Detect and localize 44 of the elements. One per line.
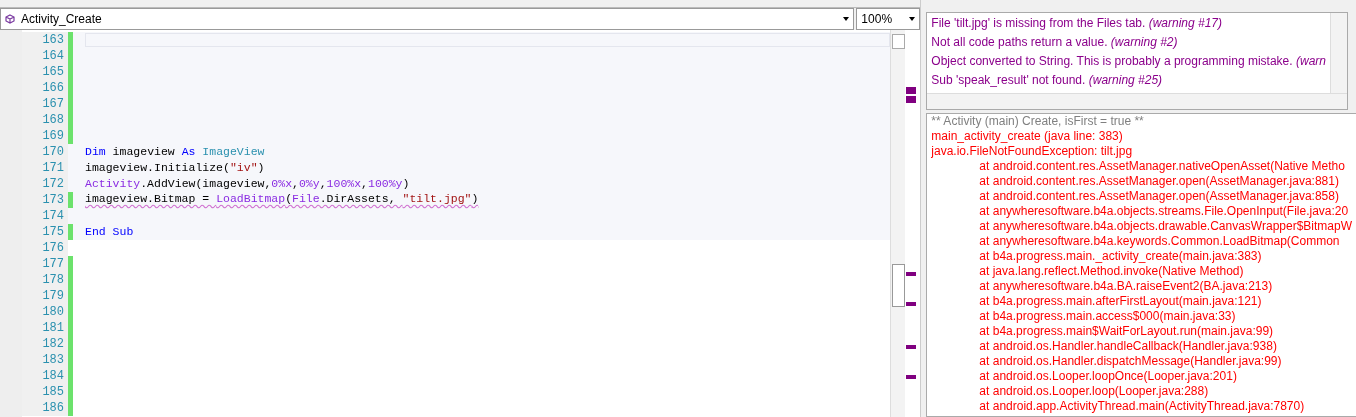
horizontal-scrollbar[interactable] (927, 93, 1347, 109)
error-marker[interactable] (906, 96, 917, 103)
warning-item[interactable]: Not all code paths return a value. (warning #2) (931, 33, 1326, 52)
warning-item[interactable]: Object converted to String. This is probably a programming mistake. (warn (931, 52, 1326, 71)
log-line: at b4a.progress.main$WaitForLayout.run(main.java:99) (978, 324, 1274, 339)
log-line: at java.lang.reflect.Method.invoke(Native Method) (978, 264, 1244, 279)
log-line: at android.os.Looper.loop(Looper.java:288) (978, 384, 1209, 399)
vertical-scrollbar[interactable] (890, 30, 906, 417)
code-line: imageview.Bitmap = LoadBitmap(File.DirAssets, "tilt.jpg") (85, 192, 479, 207)
log-line: at anywheresoftware.b4a.objects.drawable.CanvasWrapper$BitmapW (978, 219, 1352, 234)
log-line: at android.os.Looper.loopOnce(Looper.java:201) (978, 369, 1237, 384)
log-line: at android.app.ActivityThread.main(ActivityThread.java:7870) (978, 399, 1305, 414)
log-line: at anywheresoftware.b4a.BA.raiseEvent2(BA.java:213) (978, 279, 1273, 294)
log-line: at anywheresoftware.b4a.objects.streams.File.OpenInput(File.java:20 (978, 204, 1349, 219)
caret-icon (909, 17, 916, 21)
warning-item[interactable]: Sub 'speak_result' not found. (warning #25) (931, 71, 1326, 90)
log-line: main_activity_create (java line: 383) (931, 129, 1123, 144)
error-marker[interactable] (906, 345, 917, 350)
log-line: at b4a.progress.main._activity_create(main.java:383) (978, 249, 1262, 264)
caret-icon (843, 17, 850, 21)
log-line: at android.content.res.AssetManager.nativeOpenAsset(Native Metho (978, 159, 1345, 174)
error-marker[interactable] (906, 375, 917, 380)
code-line: imageview.Initialize("iv") (85, 160, 265, 176)
code-line: End Sub (85, 224, 134, 240)
log-line: at b4a.progress.main.access$000(main.java:33) (978, 309, 1236, 324)
log-line: at b4a.progress.main.afterFirstLayout(main.java:121) (978, 294, 1262, 309)
error-marker[interactable] (906, 272, 917, 277)
warning-item[interactable]: File 'tilt.jpg' is missing from the Files tab. (warning #17) (931, 14, 1326, 33)
log-line: ** Activity (main) Create, isFirst = true ** (931, 114, 1144, 129)
error-marker[interactable] (906, 302, 917, 307)
module-dropdown[interactable]: Activity_Create (0, 8, 855, 30)
zoom-dropdown[interactable]: 100% (856, 8, 921, 30)
log-line: java.io.FileNotFoundException: tilt.jpg (931, 144, 1133, 159)
log-line: at android.content.res.AssetManager.open(AssetManager.java:858) (978, 189, 1339, 204)
log-line: at anywheresoftware.b4a.keywords.Common.LoadBitmap(Common (978, 234, 1340, 249)
scrollbar-thumb[interactable] (892, 264, 906, 307)
module-icon (5, 14, 15, 24)
log-line: at android.os.Handler.dispatchMessage(Handler.java:99) (978, 354, 1282, 369)
log-line: at android.os.Handler.handleCallback(Handler.java:938) (978, 339, 1277, 354)
error-marker[interactable] (906, 87, 917, 94)
vertical-scrollbar[interactable] (1330, 13, 1347, 93)
code-line: Dim imageview As ImageView (85, 144, 265, 160)
log-line: at android.content.res.AssetManager.open(AssetManager.java:881) (978, 174, 1339, 189)
code-line: Activity.AddView(imageview,0%x,0%y,100%x,100%y) (85, 176, 410, 192)
